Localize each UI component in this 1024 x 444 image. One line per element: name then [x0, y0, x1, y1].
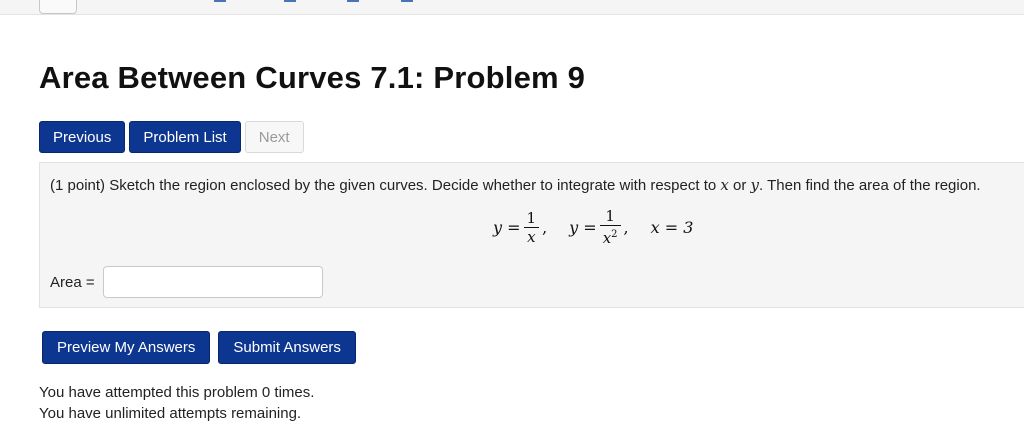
area-label: Area = — [50, 273, 95, 291]
fraction-denominator: x2 — [602, 229, 618, 247]
answer-actions: Preview My Answers Submit Answers — [42, 331, 356, 364]
toolbar-link-mark[interactable] — [401, 0, 413, 2]
page-title: Area Between Curves 7.1: Problem 9 — [39, 60, 586, 95]
toolbar-link-mark[interactable] — [284, 0, 296, 2]
problem-list-button[interactable]: Problem List — [129, 121, 241, 153]
next-button: Next — [244, 121, 304, 153]
toolbar-link-mark[interactable] — [214, 0, 226, 2]
statement-text-b: . Then find the area of the region. — [759, 177, 981, 194]
comma: , — [623, 217, 629, 237]
equation-lhs-1: y = — [493, 217, 521, 237]
toolbar-button[interactable] — [39, 0, 77, 14]
variable-x: x — [720, 176, 729, 194]
variable-y: y — [750, 176, 760, 194]
fraction-numerator: 1 — [605, 207, 615, 225]
problem-navigation: Previous Problem List Next — [39, 121, 304, 153]
problem-points: (1 point) — [50, 177, 106, 194]
fraction-1-over-x-squared: 1 x2 — [599, 207, 621, 247]
preview-answers-button[interactable]: Preview My Answers — [42, 331, 211, 364]
area-input[interactable] — [102, 266, 323, 298]
attempts-count: You have attempted this problem 0 times. — [39, 384, 315, 401]
toolbar-link-mark[interactable] — [347, 0, 359, 2]
comma: , — [542, 217, 548, 237]
problem-panel: (1 point) Sketch the region enclosed by … — [39, 162, 1024, 308]
curves-equation: y = 1 x , y = 1 x2 , x = 3 — [493, 207, 693, 247]
previous-button[interactable]: Previous — [39, 121, 126, 153]
problem-statement: (1 point) Sketch the region enclosed by … — [50, 176, 981, 194]
fraction-numerator: 1 — [526, 208, 537, 227]
submit-answers-button[interactable]: Submit Answers — [218, 331, 356, 364]
equation-x-equals-3: x = 3 — [650, 217, 694, 237]
exponent: 2 — [611, 229, 618, 240]
statement-text-a: Sketch the region enclosed by the given … — [109, 177, 717, 194]
attempts-remaining: You have unlimited attempts remaining. — [39, 405, 302, 422]
attempts-info: You have attempted this problem 0 times.… — [39, 382, 314, 424]
fraction-denominator: x — [527, 227, 536, 246]
top-toolbar — [0, 0, 1024, 15]
fraction-1-over-x: 1 x — [523, 208, 540, 246]
statement-or: or — [733, 177, 747, 194]
answer-row: Area = — [50, 266, 323, 298]
equation-lhs-2: y = — [569, 217, 597, 237]
